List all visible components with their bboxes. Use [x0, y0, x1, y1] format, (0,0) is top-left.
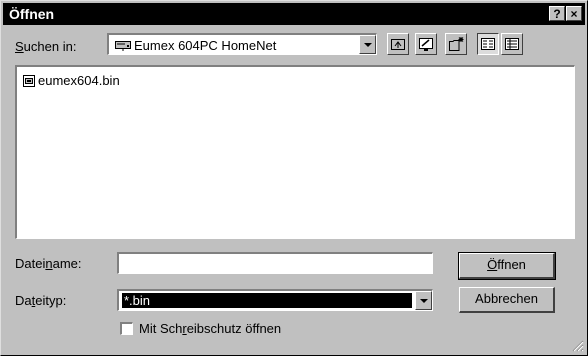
- lookin-label: Suchen in:: [15, 39, 77, 54]
- title-bar: Öffnen ? ×: [3, 3, 585, 25]
- readonly-checkbox[interactable]: [120, 322, 133, 335]
- lookin-dropdown-button[interactable]: [359, 35, 376, 54]
- desktop-icon[interactable]: [415, 33, 437, 55]
- filetype-label: Dateityp:: [15, 293, 67, 308]
- file-name: eumex604.bin: [38, 73, 120, 88]
- help-button[interactable]: ?: [549, 6, 565, 21]
- filename-field[interactable]: [117, 252, 433, 274]
- details-view-icon[interactable]: [501, 33, 523, 55]
- filetype-dropdown-button[interactable]: [415, 291, 432, 310]
- up-folder-icon[interactable]: [387, 33, 409, 55]
- filetype-value: *.bin: [122, 293, 412, 308]
- lookin-combo[interactable]: Eumex 604PC HomeNet: [107, 33, 377, 55]
- bin-file-icon: [23, 75, 35, 87]
- new-folder-icon[interactable]: [445, 33, 467, 55]
- window-title: Öffnen: [9, 6, 55, 22]
- cancel-button[interactable]: Abbrechen: [459, 287, 555, 313]
- list-view-icon[interactable]: [477, 33, 499, 55]
- file-list[interactable]: eumex604.bin: [15, 65, 575, 239]
- filename-label: Dateiname:: [15, 256, 82, 271]
- readonly-label[interactable]: Mit Schreibschutz öffnen: [139, 321, 281, 336]
- filetype-combo[interactable]: *.bin: [117, 289, 433, 311]
- resize-grip-icon[interactable]: [572, 340, 584, 352]
- close-button[interactable]: ×: [566, 6, 582, 21]
- list-item[interactable]: eumex604.bin: [23, 73, 120, 88]
- network-drive-icon: [115, 41, 131, 51]
- lookin-value: Eumex 604PC HomeNet: [115, 38, 276, 53]
- open-button[interactable]: Öffnen: [458, 252, 556, 280]
- open-dialog: Öffnen ? × Suchen in: Eumex 604PC HomeNe…: [0, 0, 588, 356]
